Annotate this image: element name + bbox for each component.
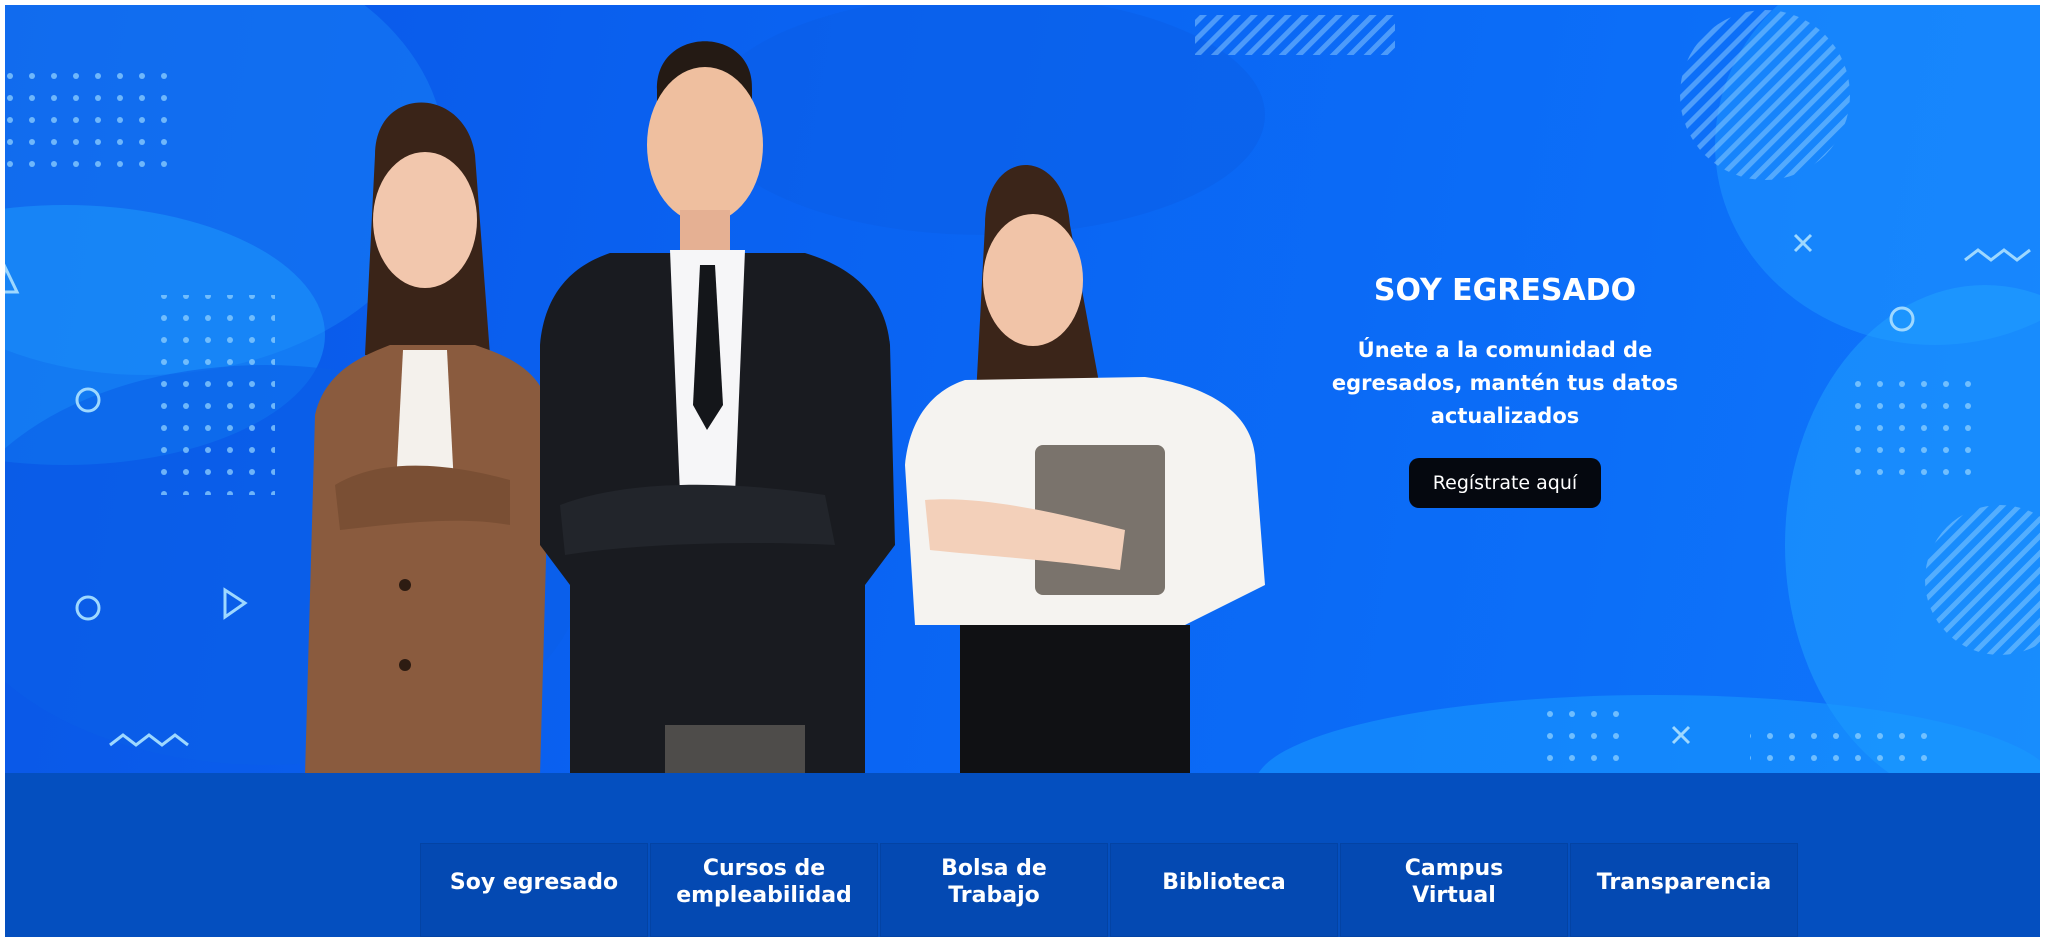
dot-grid-icon — [155, 295, 275, 495]
nav-card-label: Soy egresado — [449, 870, 619, 895]
page-edge — [2040, 0, 2058, 937]
nav-card-campus-virtual[interactable]: Campus Virtual — [1340, 843, 1568, 937]
register-button[interactable]: Regístrate aquí — [1408, 458, 1602, 508]
quick-links-section: Soy egresado Cursos de empleabilidad Bols… — [5, 773, 2040, 937]
dot-grid-icon — [1540, 695, 1620, 773]
graduate-woman-left — [305, 102, 550, 773]
nav-card-cursos-empleabilidad[interactable]: Cursos de empleabilidad — [650, 843, 878, 937]
stripe-circle-icon — [1680, 10, 1850, 180]
dot-grid-icon — [5, 63, 175, 183]
hero-subtitle-line: actualizados — [1430, 404, 1580, 428]
graduates-photo — [305, 41, 1265, 773]
hero-subtitle-line: Únete a la comunidad de — [1357, 338, 1653, 362]
hero-title: SOY EGRESADO — [1373, 273, 1637, 308]
hero-subtitle: Únete a la comunidad de egresados, manté… — [1295, 334, 1715, 433]
quick-links-bar: Soy egresado Cursos de empleabilidad Bols… — [420, 843, 1800, 937]
hero-banner: SOY EGRESADO Únete a la comunidad de egr… — [5, 5, 2040, 773]
graduate-man-center — [540, 41, 895, 773]
hero-subtitle-line: egresados, mantén tus datos — [1331, 371, 1679, 395]
dot-grid-icon — [1750, 717, 1930, 773]
nav-card-label: Bolsa de Trabajo — [941, 856, 1047, 908]
hero-text-block: SOY EGRESADO Únete a la comunidad de egr… — [1295, 273, 1715, 508]
nav-card-label: Biblioteca — [1162, 870, 1286, 895]
nav-card-bolsa-trabajo[interactable]: Bolsa de Trabajo — [880, 843, 1108, 937]
graduate-woman-right — [905, 165, 1265, 773]
nav-card-transparencia[interactable]: Transparencia — [1570, 843, 1798, 937]
nav-card-soy-egresado[interactable]: Soy egresado — [420, 843, 648, 937]
page: SOY EGRESADO Únete a la comunidad de egr… — [0, 0, 2058, 937]
nav-card-label: Cursos de empleabilidad — [676, 856, 852, 908]
dot-grid-icon — [1845, 370, 1975, 480]
nav-card-biblioteca[interactable]: Biblioteca — [1110, 843, 1338, 937]
nav-card-label: Transparencia — [1596, 870, 1772, 895]
nav-card-label: Campus Virtual — [1404, 856, 1504, 908]
